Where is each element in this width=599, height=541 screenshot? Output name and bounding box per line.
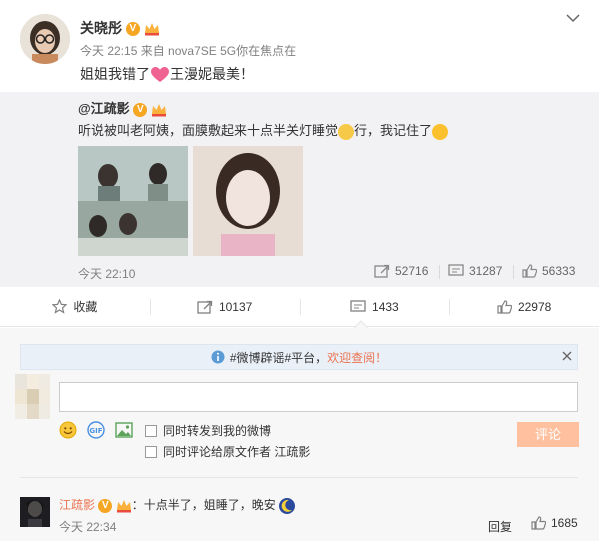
heart-icon (151, 67, 169, 83)
author-avatar[interactable] (20, 14, 70, 64)
repost-image-1[interactable] (78, 146, 188, 256)
repost-like-button[interactable]: 56333 (522, 264, 575, 278)
comment-input[interactable] (59, 382, 578, 412)
crown-icon (116, 499, 131, 513)
verified-badge-icon: V (133, 102, 148, 117)
notice-link[interactable]: 欢迎查阅！ (327, 349, 387, 366)
like-icon (497, 299, 512, 314)
repost-image-2[interactable] (193, 146, 303, 256)
post-time[interactable]: 今天 22:15 (80, 44, 137, 58)
crown-icon (151, 103, 166, 117)
stat-divider (513, 265, 514, 279)
repost-text: 听说被叫老阿姨，面膜敷起来十点半关灯睡觉 行，我记住了 (78, 120, 449, 140)
repost-icon (374, 264, 390, 278)
post-action-bar: 收藏 10137 1433 22978 (0, 287, 599, 327)
reply-button[interactable]: 回复 (488, 518, 512, 535)
repost-time[interactable]: 今天 22:10 (78, 265, 135, 282)
repost-to-my-weibo-checkbox[interactable]: 同时转发到我的微博 (145, 422, 271, 439)
my-avatar (15, 374, 50, 419)
repost-button[interactable]: 10137 (149, 287, 300, 326)
commenter-name[interactable]: 江疏影 (59, 498, 95, 512)
verified-badge-icon: V (98, 498, 113, 513)
gif-icon[interactable]: GIF (87, 421, 105, 439)
author-name-row: 关晓彤 V (80, 18, 160, 38)
comment-button[interactable]: 1433 (299, 287, 450, 326)
comment-like-button[interactable]: 1685 (531, 516, 578, 530)
comment-to-original-checkbox[interactable]: 同时评论给原文作者 江疏影 (145, 443, 310, 460)
repost-repost-button[interactable]: 52716 (374, 264, 428, 278)
comment-line: 江疏影 V ：十点半了，姐睡了，晚安 (59, 496, 296, 515)
author-name[interactable]: 关晓彤 (80, 20, 122, 36)
repost-author-row: @江疏影 V (78, 98, 167, 117)
divider (20, 477, 578, 478)
post-meta: 今天 22:15 来自 nova7SE 5G你在焦点在 (80, 42, 296, 59)
moon-emoji-icon (278, 497, 295, 514)
like-icon (531, 516, 546, 530)
verified-badge-icon: V (125, 22, 140, 37)
comment-text: ：十点半了，姐睡了，晚安 (131, 498, 276, 512)
post-text: 姐姐我错了 王漫妮最美！ (80, 66, 254, 83)
crown-icon (144, 23, 159, 36)
comment-time: 今天 22:34 (59, 520, 117, 534)
smirk-emoji-icon (432, 123, 449, 140)
cat-emoji-icon (338, 123, 355, 140)
image-icon[interactable] (115, 421, 133, 439)
active-tab-caret (354, 320, 368, 328)
close-icon[interactable] (560, 349, 574, 363)
repost-author-name[interactable]: @江疏影 (78, 101, 130, 116)
stat-divider (439, 265, 440, 279)
commenter-avatar[interactable] (20, 497, 50, 527)
info-icon (211, 350, 225, 364)
like-icon (522, 264, 537, 278)
chevron-down-icon[interactable] (566, 13, 580, 23)
rumor-notice-banner: #微博辟谣#平台， 欢迎查阅！ (20, 344, 578, 370)
like-button[interactable]: 22978 (449, 287, 599, 326)
repost-icon (197, 300, 213, 314)
comment-icon (350, 299, 366, 312)
comment-icon (448, 264, 464, 276)
repost-comment-button[interactable]: 31287 (448, 264, 502, 278)
favorite-icon (52, 299, 68, 314)
smile-icon[interactable] (59, 421, 77, 439)
submit-comment-button[interactable]: 评论 (517, 422, 579, 447)
post-source: 来自 nova7SE 5G你在焦点在 (140, 44, 297, 58)
favorite-button[interactable]: 收藏 (0, 287, 150, 326)
svg-text:GIF: GIF (89, 427, 102, 435)
